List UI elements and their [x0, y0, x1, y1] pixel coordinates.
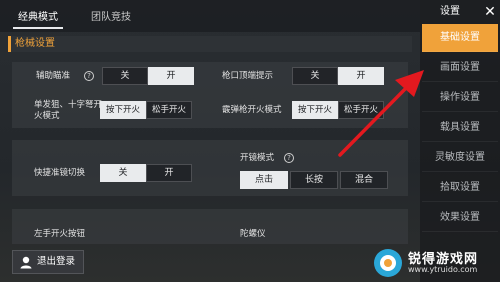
user-icon: [20, 256, 32, 269]
settings-sidebar: 设置 ✕ 基础设置 画面设置 操作设置 载具设置 灵敏度设置 拾取设置 效果设置: [420, 0, 500, 282]
aim-assist-on-button[interactable]: 开: [148, 67, 194, 85]
single-shot-fire-label: 单发狙、十字弩开火模式: [34, 100, 103, 121]
left-fire-button-label: 左手开火按钮: [34, 229, 86, 239]
quick-scope-on-button[interactable]: 开: [146, 164, 192, 182]
mode-tab-bar: 经典模式 团队竞技: [0, 0, 420, 32]
logout-button[interactable]: 退出登录: [12, 250, 84, 274]
close-icon[interactable]: ✕: [480, 2, 500, 22]
watermark-logo-icon: [374, 249, 402, 277]
watermark: 锐得游戏网 www.ytruido.com: [368, 246, 498, 280]
sidebar-item-controls[interactable]: 操作设置: [422, 84, 498, 112]
weapon-settings-panel: 辅助瞄准 ? 关 开 枪口顶端提示 关 开 单发狙、十字弩开火模式 按下开火 松…: [12, 62, 408, 128]
help-icon[interactable]: ?: [284, 153, 294, 163]
muzzle-hint-label: 枪口顶端提示: [222, 71, 274, 81]
section-title-weapon-settings: 枪械设置: [8, 36, 412, 52]
sidebar-item-sensitivity[interactable]: 灵敏度设置: [422, 144, 498, 172]
scope-mode-hold-button[interactable]: 长按: [290, 171, 338, 189]
aim-assist-off-button[interactable]: 关: [102, 67, 148, 85]
watermark-url: www.ytruido.com: [408, 265, 478, 274]
scope-settings-panel: 快捷准镜切换 关 开 开镜模式 ? 点击 长按 混合: [12, 140, 408, 196]
muzzle-hint-on-button[interactable]: 开: [338, 67, 384, 85]
help-icon[interactable]: ?: [84, 71, 94, 81]
tab-classic-mode[interactable]: 经典模式: [13, 7, 63, 29]
sidebar-item-pickup[interactable]: 拾取设置: [422, 174, 498, 202]
sidebar-item-effects[interactable]: 效果设置: [422, 204, 498, 232]
shotgun-release-fire-button[interactable]: 松手开火: [338, 101, 384, 119]
sidebar-item-graphics[interactable]: 画面设置: [422, 54, 498, 82]
settings-title: 设置: [440, 6, 460, 17]
muzzle-hint-off-button[interactable]: 关: [292, 67, 338, 85]
shotgun-fire-label: 霰弹枪开火模式: [222, 105, 282, 115]
aim-assist-label: 辅助瞄准: [36, 71, 71, 81]
gyroscope-label: 陀螺仪: [240, 229, 266, 239]
shotgun-press-fire-button[interactable]: 按下开火: [292, 101, 338, 119]
quick-scope-label: 快捷准镜切换: [34, 168, 86, 178]
single-shot-release-fire-button[interactable]: 松手开火: [146, 101, 192, 119]
scope-mode-tap-button[interactable]: 点击: [240, 171, 288, 189]
misc-settings-panel: 左手开火按钮 陀螺仪: [12, 209, 408, 244]
single-shot-press-fire-button[interactable]: 按下开火: [100, 101, 146, 119]
tab-team-deathmatch[interactable]: 团队竞技: [86, 7, 136, 29]
sidebar-item-vehicle[interactable]: 载具设置: [422, 114, 498, 142]
scope-mode-mixed-button[interactable]: 混合: [340, 171, 388, 189]
logout-label: 退出登录: [37, 256, 76, 267]
scope-mode-label: 开镜模式: [240, 153, 275, 163]
sidebar-item-basic[interactable]: 基础设置: [422, 24, 498, 52]
quick-scope-off-button[interactable]: 关: [100, 164, 146, 182]
